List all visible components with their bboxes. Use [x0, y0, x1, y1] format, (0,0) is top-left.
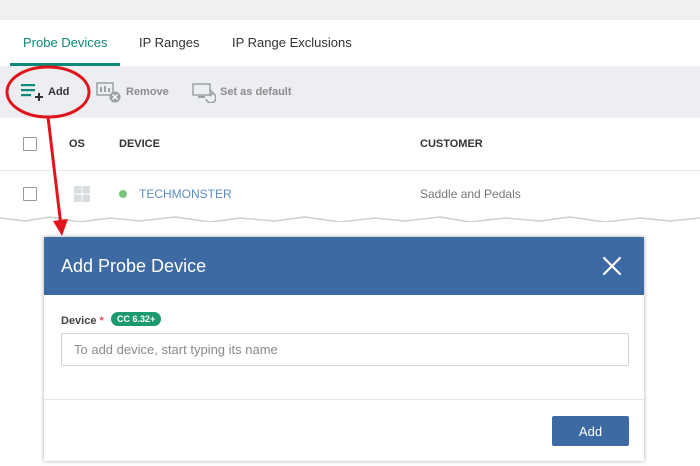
select-all-checkbox[interactable]	[23, 137, 37, 151]
device-label-text: Device	[61, 315, 97, 327]
row-checkbox[interactable]	[23, 187, 37, 201]
add-probe-device-dialog: Add Probe Device Device* CC 6.32+ Add	[44, 237, 644, 461]
dialog-title: Add Probe Device	[61, 256, 207, 276]
dialog-divider	[44, 399, 644, 400]
device-name-link[interactable]: TECHMONSTER	[139, 171, 232, 217]
customer-name: Saddle and Pedals	[420, 187, 521, 201]
top-strip	[0, 0, 700, 20]
tab-bar: Probe Devices IP Ranges IP Range Exclusi…	[0, 20, 700, 66]
set-as-default-button[interactable]: Set as default	[192, 66, 292, 118]
device-field-label: Device *	[61, 315, 104, 327]
set-default-icon	[192, 83, 216, 103]
remove-button-label: Remove	[126, 86, 169, 98]
set-as-default-label: Set as default	[220, 86, 292, 98]
probe-devices-panel: Probe Devices IP Ranges IP Range Exclusi…	[0, 0, 700, 222]
remove-device-icon	[96, 82, 121, 103]
close-icon[interactable]	[601, 255, 623, 277]
add-list-icon	[21, 84, 43, 101]
device-status-dot	[119, 190, 127, 198]
column-header-customer[interactable]: CUSTOMER	[420, 118, 483, 170]
tab-probe-devices[interactable]: Probe Devices	[23, 20, 108, 66]
torn-edge	[0, 216, 700, 222]
tab-ip-ranges[interactable]: IP Ranges	[139, 20, 199, 66]
required-marker: *	[99, 315, 104, 327]
tab-ip-range-exclusions[interactable]: IP Range Exclusions	[232, 20, 352, 66]
table-header: OS DEVICE CUSTOMER	[0, 118, 700, 171]
column-header-os[interactable]: OS	[69, 118, 85, 170]
column-header-device[interactable]: DEVICE	[119, 118, 160, 170]
device-search-input[interactable]	[61, 333, 629, 366]
windows-icon	[74, 186, 90, 202]
dialog-header: Add Probe Device	[44, 237, 644, 295]
version-badge: CC 6.32+	[111, 312, 162, 326]
add-button[interactable]: Add	[20, 66, 69, 118]
remove-button[interactable]: Remove	[96, 66, 169, 118]
add-button-label: Add	[48, 86, 70, 98]
dialog-add-button[interactable]: Add	[552, 416, 629, 446]
toolbar: Add Remove Set as default	[0, 66, 700, 118]
